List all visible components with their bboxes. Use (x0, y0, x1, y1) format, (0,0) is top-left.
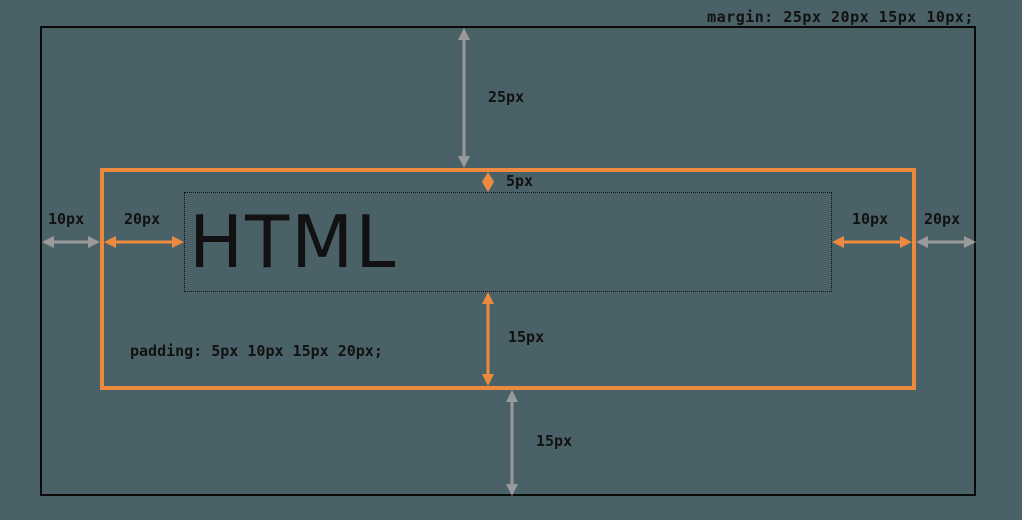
margin-right-label: 20px (924, 210, 960, 228)
margin-left-label: 10px (48, 210, 84, 228)
padding-left-label: 20px (124, 210, 160, 228)
padding-top-label: 5px (506, 172, 533, 190)
padding-declaration: padding: 5px 10px 15px 20px; (130, 342, 383, 360)
content-box: HTML (184, 192, 832, 292)
padding-bottom-label: 15px (508, 328, 544, 346)
content-text: HTML (189, 200, 397, 284)
margin-top-label: 25px (488, 88, 524, 106)
padding-right-label: 10px (852, 210, 888, 228)
margin-declaration: margin: 25px 20px 15px 10px; (707, 8, 974, 26)
margin-bottom-label: 15px (536, 432, 572, 450)
box-model-diagram: margin: 25px 20px 15px 10px; padding: 5p… (0, 0, 1022, 520)
